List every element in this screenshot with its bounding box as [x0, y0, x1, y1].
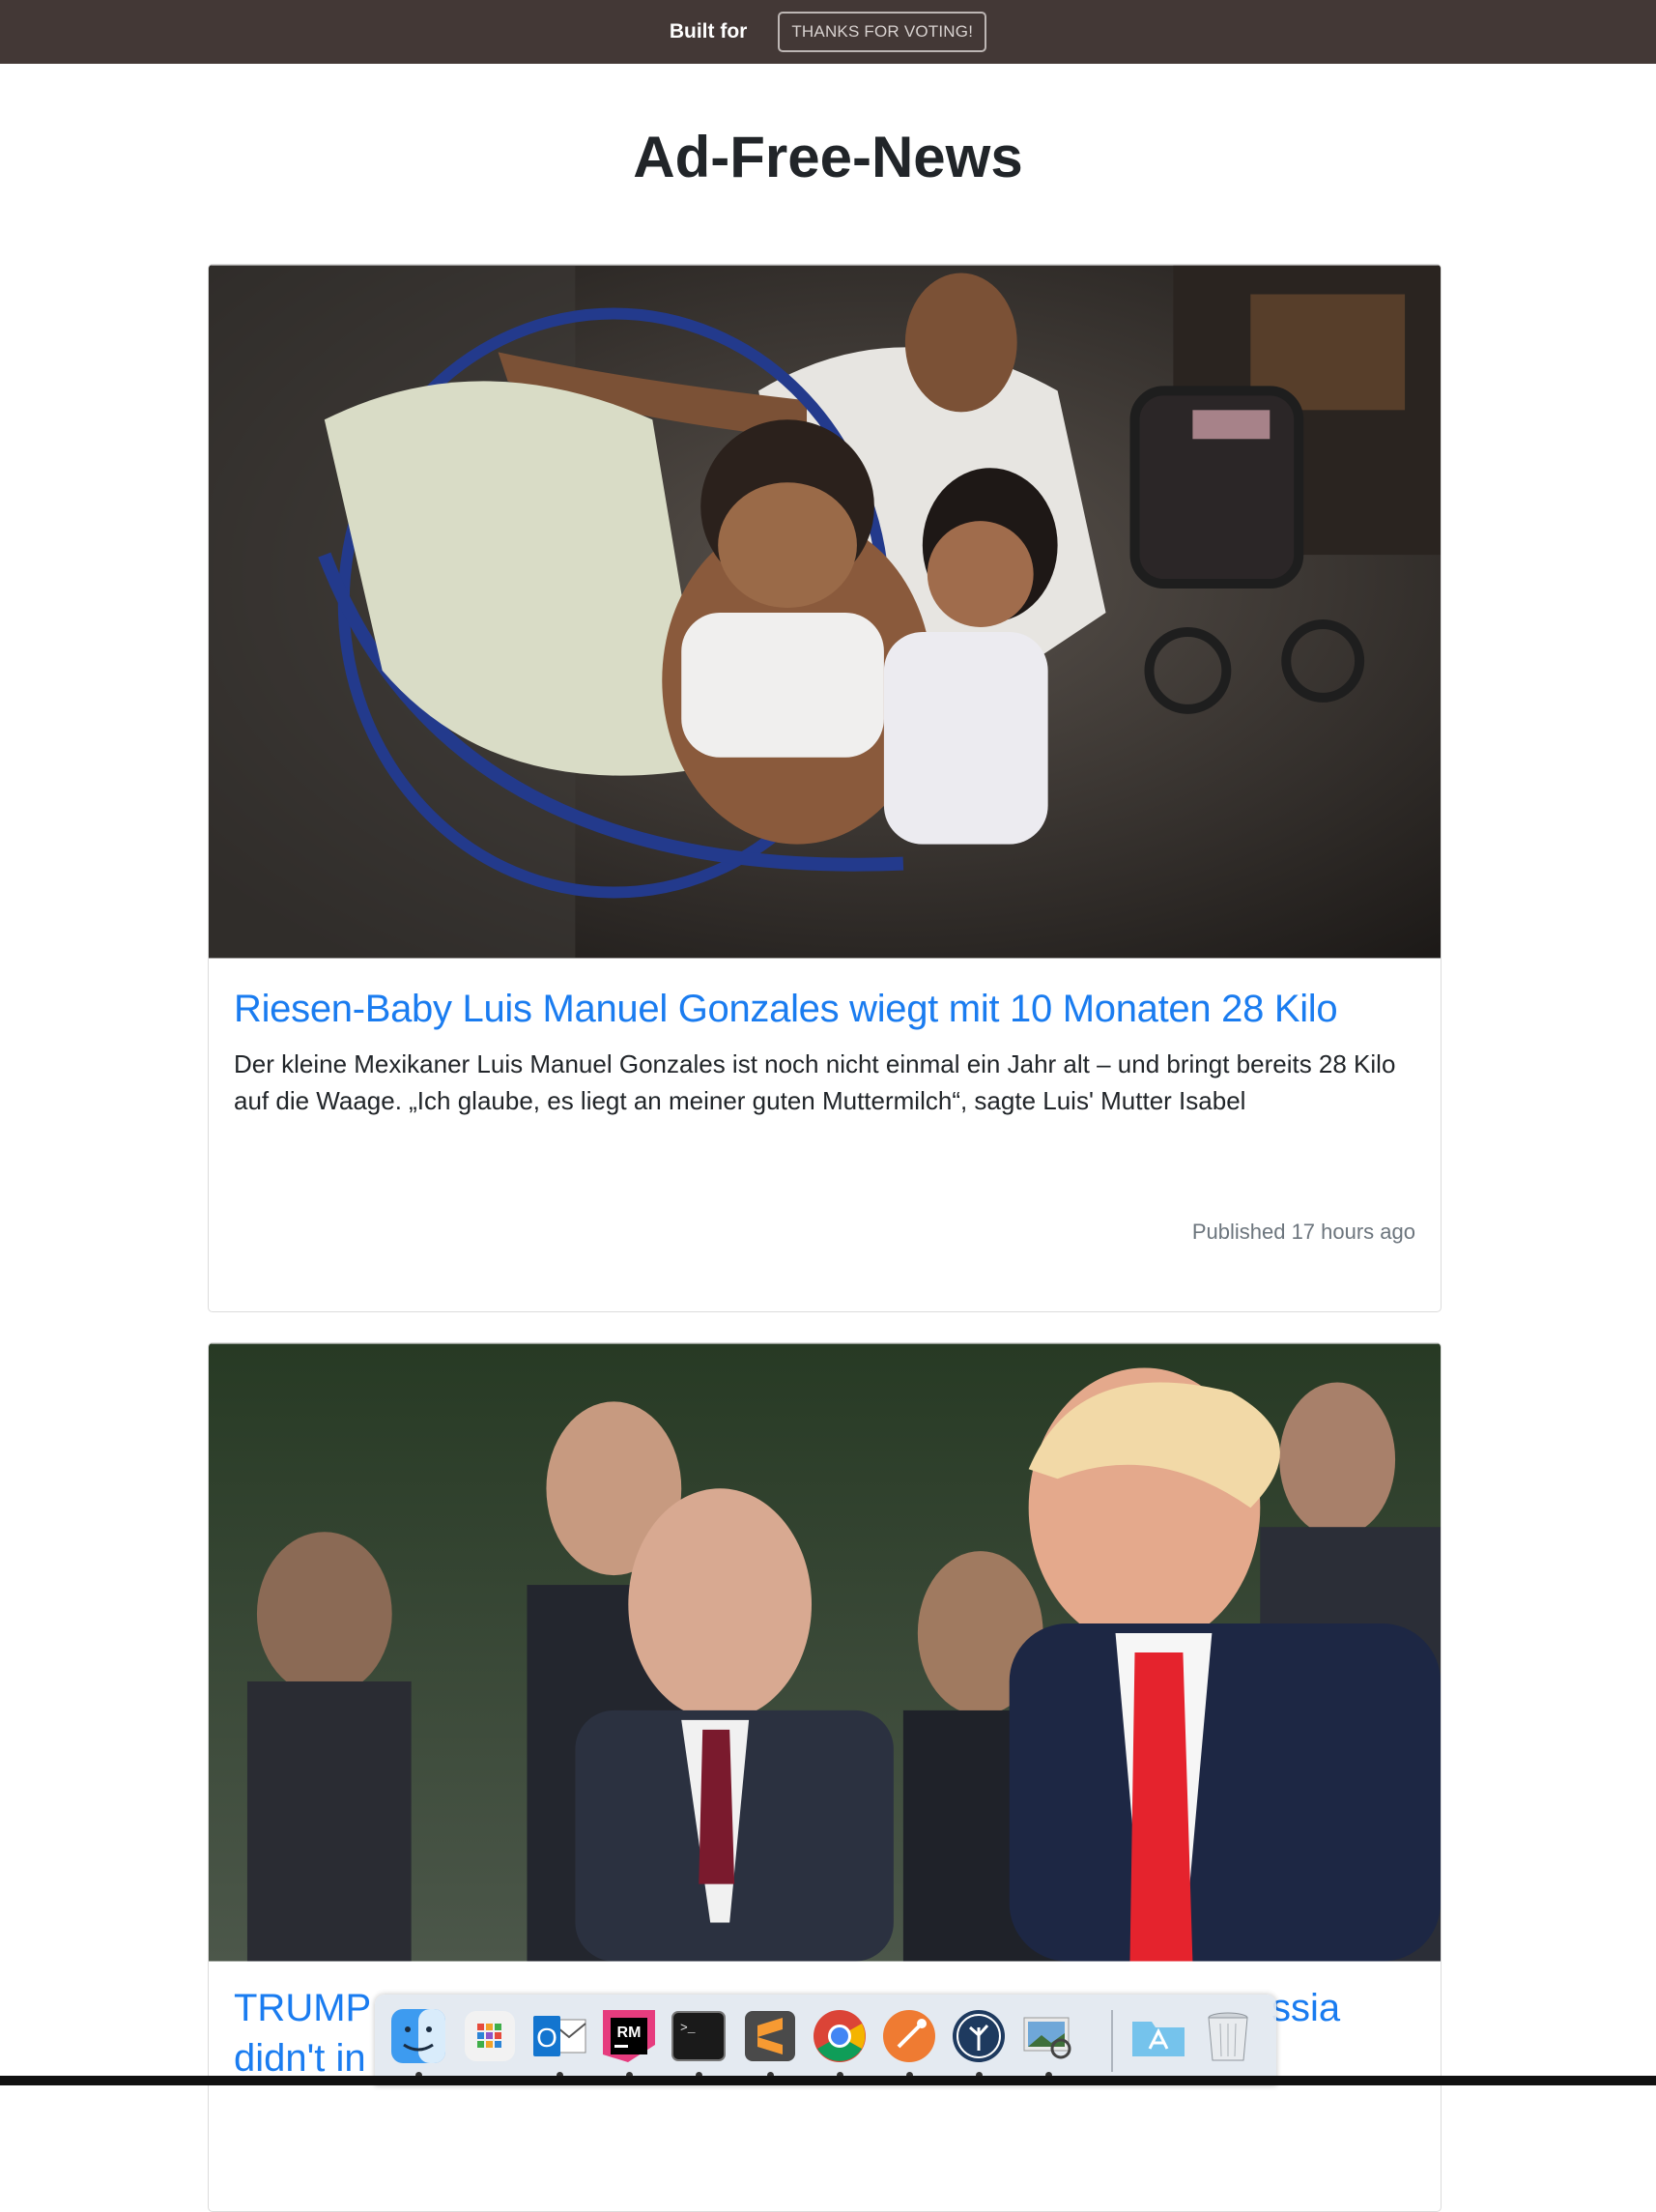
- finder-icon[interactable]: [388, 2006, 448, 2066]
- article-body: Riesen-Baby Luis Manuel Gonzales wiegt m…: [209, 959, 1441, 1244]
- sublime-text-icon[interactable]: [740, 2006, 800, 2066]
- svg-text:O: O: [536, 2023, 557, 2053]
- top-bar: Built for THANKS FOR VOTING!: [0, 0, 1656, 64]
- article-title-link[interactable]: TRUMP: [234, 1987, 371, 2030]
- postman-icon[interactable]: [879, 2006, 939, 2066]
- outlook-icon[interactable]: O: [529, 2006, 589, 2066]
- article-description: Der kleine Mexikaner Luis Manuel Gonzale…: [234, 1049, 1396, 1115]
- trash-icon[interactable]: [1198, 2006, 1258, 2066]
- built-for-label: Built for: [669, 20, 748, 43]
- page-title: Ad-Free-News: [633, 125, 1023, 189]
- dock: O RM >_: [375, 1995, 1276, 2085]
- svg-text:>_: >_: [680, 2021, 696, 2035]
- article-title-link[interactable]: Riesen-Baby Luis Manuel Gonzales wiegt m…: [234, 959, 1415, 1032]
- preview-icon[interactable]: [1018, 2006, 1078, 2066]
- chrome-icon[interactable]: [810, 2006, 870, 2066]
- applications-folder-icon[interactable]: [1128, 2006, 1188, 2066]
- article-title-link-right[interactable]: ssia: [1271, 1987, 1340, 2030]
- article-title-link-line2[interactable]: didn't in: [234, 2037, 366, 2081]
- rubymine-icon[interactable]: RM: [599, 2006, 659, 2066]
- sourcetree-icon[interactable]: [949, 2006, 1009, 2066]
- screen-bottom-edge: [0, 2076, 1656, 2085]
- article-card[interactable]: Riesen-Baby Luis Manuel Gonzales wiegt m…: [208, 264, 1442, 1312]
- article-image-trump-putin[interactable]: [209, 1343, 1441, 1962]
- launchpad-icon[interactable]: [460, 2006, 520, 2066]
- terminal-icon[interactable]: >_: [669, 2006, 728, 2066]
- article-image-baby[interactable]: [209, 265, 1441, 959]
- thanks-for-voting-button[interactable]: THANKS FOR VOTING!: [778, 12, 987, 52]
- published-time: Published 17 hours ago: [1191, 1220, 1415, 1244]
- svg-text:RM: RM: [617, 2025, 642, 2041]
